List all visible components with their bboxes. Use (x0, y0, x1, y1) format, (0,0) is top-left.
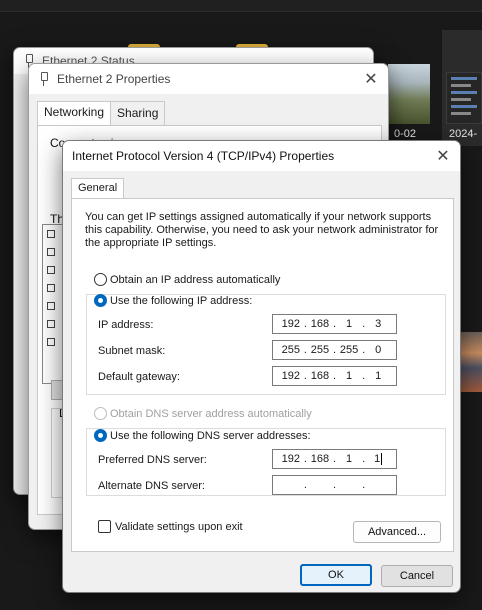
thumbnail-label[interactable]: 0-02 (394, 128, 416, 140)
intro-text: You can get IP settings assigned automat… (85, 211, 439, 249)
obtain-ip-auto-label: Obtain an IP address automatically (110, 273, 281, 286)
default-gateway-label: Default gateway: (98, 371, 180, 383)
use-following-dns-option[interactable]: Use the following DNS server addresses: (94, 429, 311, 442)
explorer-toolbar (0, 0, 482, 12)
subnet-mask-input[interactable]: 255. 255. 255. 0 (272, 340, 397, 360)
ipv4-properties-dialog[interactable]: Internet Protocol Version 4 (TCP/IPv4) P… (62, 140, 461, 593)
alternate-dns-label: Alternate DNS server: (98, 480, 205, 492)
preferred-dns-input[interactable]: 192. 168. 1. 1 (272, 449, 397, 469)
close-icon[interactable]: ✕ (432, 145, 454, 167)
ipv4-dialog-title: Internet Protocol Version 4 (TCP/IPv4) P… (72, 149, 335, 163)
props-window-title: Ethernet 2 Properties (57, 72, 171, 86)
radio-ip-manual[interactable] (94, 294, 107, 307)
screenshot-thumbnail[interactable] (446, 72, 482, 124)
props-title-bar[interactable]: Ethernet 2 Properties (29, 64, 388, 94)
validate-checkbox[interactable] (98, 520, 111, 533)
network-adapter-icon (39, 72, 49, 86)
alternate-dns-input[interactable]: . . . (272, 475, 397, 495)
use-following-dns-label: Use the following DNS server addresses: (110, 429, 311, 442)
general-tab-panel: You can get IP settings assigned automat… (71, 198, 454, 552)
obtain-ip-auto-option[interactable]: Obtain an IP address automatically (94, 273, 280, 286)
preferred-dns-label: Preferred DNS server: (98, 454, 207, 466)
tab-general[interactable]: General (71, 178, 125, 199)
radio-dns-manual[interactable] (94, 429, 107, 442)
validate-settings-label: Validate settings upon exit (115, 520, 243, 533)
cancel-button[interactable]: Cancel (381, 565, 453, 587)
tab-networking[interactable]: Networking (37, 101, 112, 125)
advanced-button[interactable]: Advanced... (353, 521, 441, 543)
ipv4-title-bar[interactable]: Internet Protocol Version 4 (TCP/IPv4) P… (63, 141, 460, 171)
photo-thumbnail[interactable] (460, 332, 482, 392)
subnet-mask-label: Subnet mask: (98, 345, 166, 357)
preferred-dns-last-octet: 1 (374, 452, 383, 466)
photo-thumbnail[interactable] (388, 64, 430, 124)
validate-settings-option[interactable]: Validate settings upon exit (98, 520, 243, 533)
text-caret (381, 453, 383, 466)
obtain-dns-auto-label: Obtain DNS server address automatically (110, 407, 312, 420)
ip-address-label: IP address: (98, 319, 154, 331)
ip-address-input[interactable]: 192. 168. 1. 3 (272, 314, 397, 334)
ok-button[interactable]: OK (300, 564, 372, 586)
default-gateway-input[interactable]: 192. 168. 1. 1 (272, 366, 397, 386)
use-following-ip-label: Use the following IP address: (110, 294, 253, 307)
tab-sharing[interactable]: Sharing (110, 101, 166, 125)
props-tab-strip: Networking Sharing (37, 101, 166, 125)
obtain-dns-auto-option[interactable]: Obtain DNS server address automatically (94, 407, 312, 420)
close-icon[interactable]: ✕ (360, 68, 382, 90)
use-following-ip-option[interactable]: Use the following IP address: (94, 294, 252, 307)
radio-dns-auto[interactable] (94, 407, 107, 420)
radio-ip-auto[interactable] (94, 273, 107, 286)
